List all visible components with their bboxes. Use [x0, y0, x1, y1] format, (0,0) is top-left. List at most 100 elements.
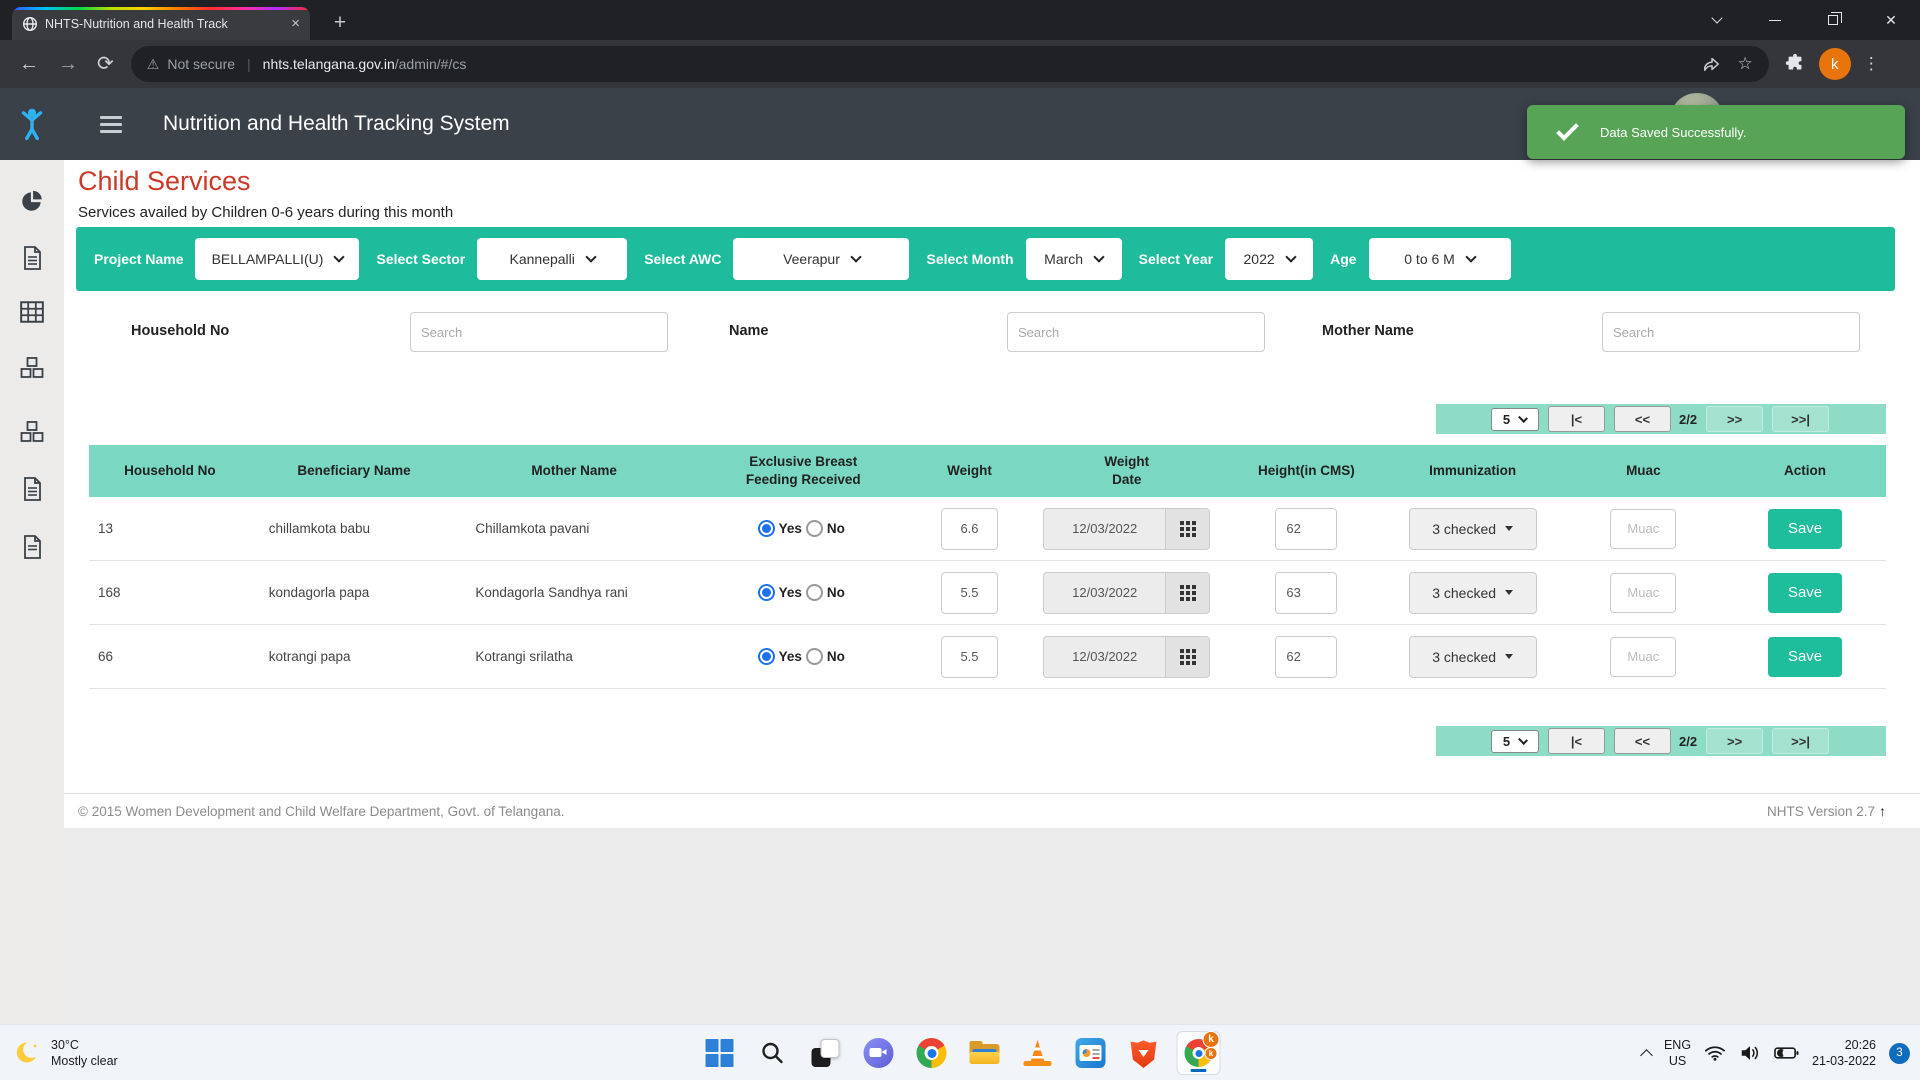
url-text[interactable]: nhts.telangana.gov.in/admin/#/cs [263, 56, 1686, 72]
pagination-top: 5 |< << 2/2 >> >>| [1436, 404, 1886, 434]
year-select[interactable]: 2022 [1225, 238, 1313, 280]
app-logo-area[interactable] [0, 88, 64, 160]
immunization-dropdown[interactable]: 3 checked [1409, 572, 1537, 614]
radio-no[interactable] [806, 648, 823, 665]
muac-input[interactable] [1610, 573, 1676, 613]
wifi-icon[interactable] [1704, 1044, 1726, 1062]
brave-app-icon[interactable] [1124, 1033, 1164, 1073]
address-bar[interactable]: ⚠ Not secure | nhts.telangana.gov.in/adm… [131, 46, 1769, 82]
household-no-search-input[interactable] [410, 312, 668, 352]
task-view-button[interactable] [806, 1033, 846, 1073]
weather-widget[interactable]: 30°C Mostly clear [14, 1025, 118, 1080]
last-page-button[interactable]: >>| [1772, 728, 1829, 754]
new-tab-button[interactable]: + [326, 9, 354, 37]
hidden-icons-chevron[interactable] [1640, 1049, 1653, 1062]
tab-close-icon[interactable]: × [291, 16, 300, 31]
sidebar-item-table[interactable] [0, 300, 64, 324]
sidebar-item-forms[interactable] [0, 534, 64, 560]
minimize-button[interactable] [1746, 0, 1804, 40]
chrome-active-app[interactable]: k k [1177, 1031, 1221, 1075]
save-button[interactable]: Save [1768, 509, 1842, 549]
mother-name-search-input[interactable] [1602, 312, 1860, 352]
next-page-button[interactable]: >> [1706, 728, 1763, 754]
scroll-to-top-icon[interactable]: ↑ [1879, 803, 1886, 819]
first-page-button[interactable]: |< [1548, 728, 1605, 754]
month-select[interactable]: March [1026, 238, 1122, 280]
search-button[interactable] [753, 1033, 793, 1073]
chat-app-icon[interactable] [859, 1033, 899, 1073]
reload-button[interactable]: ⟳ [97, 54, 114, 74]
browser-menu-icon[interactable]: ⋮ [1863, 54, 1880, 74]
forward-button[interactable]: → [58, 54, 78, 74]
vlc-app-icon[interactable] [1018, 1033, 1058, 1073]
presentation-app-icon[interactable] [1071, 1033, 1111, 1073]
muac-input[interactable] [1610, 637, 1676, 677]
file-explorer-icon[interactable] [965, 1033, 1005, 1073]
notification-badge[interactable]: 3 [1889, 1043, 1910, 1064]
weight-input[interactable] [941, 636, 998, 678]
start-button[interactable] [700, 1033, 740, 1073]
muac-input[interactable] [1610, 509, 1676, 549]
volume-icon[interactable] [1739, 1044, 1761, 1062]
name-search-input[interactable] [1007, 312, 1265, 352]
radio-yes[interactable] [758, 648, 775, 665]
height-input[interactable] [1275, 636, 1337, 678]
sector-select[interactable]: Kannepalli [477, 238, 627, 280]
sidebar-item-dashboard[interactable] [0, 188, 64, 214]
radio-yes[interactable] [758, 584, 775, 601]
height-input[interactable] [1275, 572, 1337, 614]
sidebar-item-modules[interactable] [0, 356, 64, 380]
weight-date-input[interactable] [1043, 508, 1165, 550]
weight-date-input[interactable] [1043, 636, 1165, 678]
table-grid-icon [19, 300, 45, 324]
age-select[interactable]: 0 to 6 M [1369, 238, 1511, 280]
pagination-bottom: 5 |< << 2/2 >> >>| [1436, 726, 1886, 756]
weight-input[interactable] [941, 508, 998, 550]
browser-tab[interactable]: NHTS-Nutrition and Health Track × [12, 7, 310, 40]
language-indicator[interactable]: ENG US [1664, 1037, 1691, 1070]
save-button[interactable]: Save [1768, 573, 1842, 613]
first-page-button[interactable]: |< [1548, 406, 1605, 432]
close-button[interactable]: ✕ [1862, 0, 1920, 40]
radio-no[interactable] [806, 584, 823, 601]
battery-saver-icon[interactable] [1774, 1045, 1799, 1061]
page-size-select[interactable]: 5 [1491, 408, 1539, 431]
video-chat-icon [864, 1038, 894, 1068]
bookmark-star-icon[interactable]: ☆ [1738, 54, 1753, 74]
sidebar-item-report[interactable] [0, 245, 64, 271]
browser-profile-avatar[interactable]: k [1819, 48, 1851, 80]
page-size-value: 5 [1503, 734, 1510, 749]
not-secure-label[interactable]: Not secure [167, 56, 235, 72]
awc-select[interactable]: Veerapur [733, 238, 909, 280]
calendar-button[interactable] [1165, 572, 1210, 614]
calendar-button[interactable] [1165, 636, 1210, 678]
sidebar-item-services[interactable] [0, 420, 64, 444]
weight-date-input[interactable] [1043, 572, 1165, 614]
height-input[interactable] [1275, 508, 1337, 550]
next-page-button[interactable]: >> [1706, 406, 1763, 432]
chrome-icon [917, 1038, 947, 1068]
share-icon[interactable] [1702, 55, 1722, 73]
immunization-dropdown[interactable]: 3 checked [1409, 508, 1537, 550]
hamburger-menu-icon[interactable] [100, 116, 122, 133]
last-page-button[interactable]: >>| [1772, 406, 1829, 432]
restore-button[interactable] [1804, 0, 1862, 40]
project-select[interactable]: BELLAMPALLI(U) [195, 238, 359, 280]
chrome-app-icon[interactable] [912, 1033, 952, 1073]
radio-yes[interactable] [758, 520, 775, 537]
calendar-button[interactable] [1165, 508, 1210, 550]
back-button[interactable]: ← [19, 54, 39, 74]
immunization-dropdown[interactable]: 3 checked [1409, 636, 1537, 678]
col-beneficiary-name: Beneficiary Name [251, 462, 458, 480]
radio-no[interactable] [806, 520, 823, 537]
extensions-puzzle-icon[interactable] [1784, 53, 1806, 75]
page-size-select[interactable]: 5 [1491, 730, 1539, 753]
clock-widget[interactable]: 20:26 21-03-2022 [1812, 1037, 1876, 1070]
tab-search-button[interactable] [1688, 0, 1746, 40]
prev-page-button[interactable]: << [1614, 728, 1671, 754]
weight-input[interactable] [941, 572, 998, 614]
save-button[interactable]: Save [1768, 637, 1842, 677]
sidebar-item-records[interactable] [0, 476, 64, 502]
child-services-table: Household No Beneficiary Name Mother Nam… [89, 445, 1886, 689]
prev-page-button[interactable]: << [1614, 406, 1671, 432]
